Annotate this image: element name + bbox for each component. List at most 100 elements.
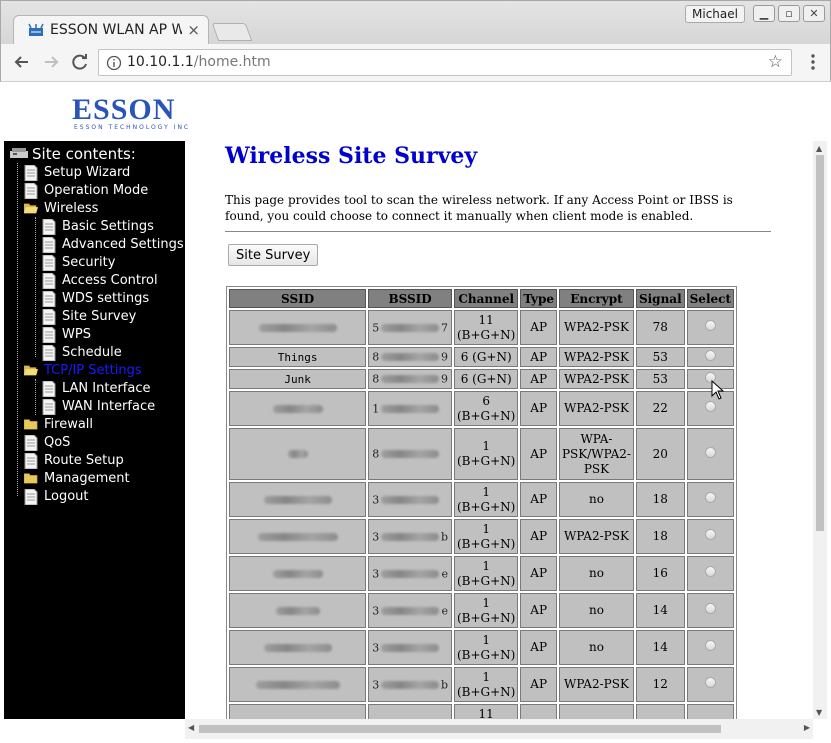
- sidebar-item-label: Wireless: [44, 201, 99, 216]
- cell-encrypt: WPA2-PSK: [558, 391, 634, 426]
- scroll-right-icon[interactable]: ▶: [804, 723, 810, 732]
- cell-signal: 14: [635, 593, 685, 628]
- new-tab-button[interactable]: [211, 23, 253, 41]
- channel-line: 1: [482, 484, 490, 499]
- cell-type: AP: [520, 391, 557, 426]
- select-radio[interactable]: [704, 603, 716, 614]
- select-radio[interactable]: [704, 640, 716, 651]
- sidebar-item-label: Operation Mode: [44, 183, 149, 198]
- horizontal-scrollbar[interactable]: ◀ ▶: [185, 719, 813, 739]
- select-radio[interactable]: [704, 446, 716, 458]
- cell-select: [686, 519, 734, 554]
- redacted-ssid: [287, 450, 308, 458]
- select-radio[interactable]: [704, 349, 716, 361]
- select-radio[interactable]: [704, 401, 716, 412]
- select-radio[interactable]: [704, 677, 716, 688]
- bssid-suffix: 9: [440, 372, 448, 386]
- scroll-left-icon[interactable]: ◀: [188, 723, 194, 732]
- channel-line: (B+G+N): [456, 684, 516, 699]
- cell-type: AP: [520, 482, 557, 517]
- page-icon: [42, 290, 56, 308]
- cell-encrypt: no: [558, 593, 634, 628]
- cell-select: [686, 347, 734, 367]
- forward-arrow-icon[interactable]: [40, 51, 62, 73]
- sidebar-item-label: Advanced Settings: [62, 237, 184, 252]
- back-arrow-icon[interactable]: [11, 51, 33, 73]
- cell-encrypt: WPA2-PSK: [558, 347, 634, 367]
- sidebar: Site contents: Setup Wizard Operation Mod…: [4, 141, 185, 719]
- cell-select: [686, 428, 734, 480]
- select-radio[interactable]: [704, 529, 716, 540]
- main-content: Wireless Site Survey This page provides …: [185, 141, 813, 727]
- redacted-ssid: [255, 680, 340, 689]
- address-bar[interactable]: 10.10.1.1/home.htm ☆: [98, 49, 792, 76]
- scroll-down-icon[interactable]: ▼: [816, 708, 822, 717]
- channel-line: (B+G+N): [456, 454, 516, 468]
- cell-signal: 16: [635, 556, 685, 591]
- folder-icon: [23, 417, 38, 433]
- vertical-scrollbar[interactable]: ▲ ▼: [813, 141, 827, 719]
- folder-open-icon: [24, 201, 38, 217]
- site-survey-button[interactable]: Site Survey: [228, 244, 319, 266]
- window-titlebar: ESSON WLAN AP W × Michael ▁ ▫ ✕: [0, 0, 831, 46]
- cell-type: AP: [520, 347, 557, 367]
- select-radio[interactable]: [704, 492, 716, 503]
- redacted-ssid: [275, 606, 320, 615]
- bssid-prefix: 3: [372, 678, 380, 691]
- select-radio[interactable]: [704, 320, 716, 331]
- bssid-suffix: b: [440, 678, 448, 691]
- browser-tab[interactable]: ESSON WLAN AP W ×: [13, 15, 209, 46]
- channel-line: 1: [482, 632, 490, 647]
- cell-channel: 11 (B+G+N): [453, 310, 519, 345]
- sidebar-item-label: Schedule: [62, 345, 122, 360]
- page-icon: [42, 380, 56, 398]
- table-row: 3 e 1 (B+G+N) AP no 14: [229, 593, 734, 628]
- sidebar-item-label: Site Survey: [62, 309, 137, 324]
- reload-icon[interactable]: [69, 51, 91, 73]
- profile-button[interactable]: Michael: [685, 5, 745, 23]
- channel-line: (B+G+N): [456, 327, 516, 342]
- channel-line: 1: [482, 558, 490, 573]
- page-icon: [42, 218, 56, 236]
- cell-encrypt: WPA2-PSK: [558, 519, 634, 554]
- cell-select: [686, 630, 734, 665]
- bssid-prefix: 8: [372, 447, 380, 461]
- bssid-prefix: 3: [372, 641, 380, 654]
- cell-type: AP: [520, 593, 557, 628]
- header-bssid: BSSID: [368, 289, 452, 308]
- redacted-bssid: [381, 353, 439, 361]
- redacted-bssid: [381, 450, 439, 458]
- cell-bssid: 3b: [368, 667, 452, 702]
- sidebar-item-label: Access Control: [62, 273, 158, 288]
- cell-select: [686, 556, 734, 591]
- channel-line: 11: [478, 312, 494, 327]
- cell-type: AP: [520, 369, 557, 389]
- cell-ssid: [229, 310, 367, 345]
- maximize-icon[interactable]: ▫: [778, 5, 800, 22]
- minimize-icon[interactable]: ▁: [753, 5, 775, 22]
- menu-dots-icon[interactable]: [810, 52, 816, 72]
- header-signal: Signal: [635, 289, 685, 308]
- bssid-suffix: e: [441, 567, 448, 580]
- cell-type: AP: [520, 428, 557, 480]
- cell-type: AP: [520, 667, 557, 702]
- cell-ssid: [229, 482, 367, 517]
- bookmark-star-icon[interactable]: ☆: [768, 52, 783, 72]
- cell-channel: 6 (B+G+N): [453, 391, 519, 426]
- channel-line: (B+G+N): [456, 573, 516, 588]
- scroll-thumb[interactable]: [199, 725, 721, 733]
- select-radio[interactable]: [704, 566, 716, 577]
- redacted-bssid: [381, 680, 439, 689]
- page-icon: [42, 254, 56, 272]
- scroll-up-icon[interactable]: ▲: [816, 144, 822, 153]
- sidebar-item-label: Management: [44, 471, 130, 486]
- cell-bssid: 8: [368, 428, 452, 480]
- info-icon[interactable]: [106, 55, 122, 71]
- scroll-thumb[interactable]: [816, 155, 824, 531]
- cell-channel: 1 (B+G+N): [453, 519, 519, 554]
- close-window-icon[interactable]: ✕: [803, 5, 825, 22]
- sidebar-item-label: Logout: [44, 489, 89, 504]
- table-row: 1 6 (B+G+N) AP WPA2-PSK 22: [229, 391, 734, 426]
- tab-close-icon[interactable]: ×: [187, 21, 200, 39]
- cell-channel: 6 (G+N): [453, 347, 519, 367]
